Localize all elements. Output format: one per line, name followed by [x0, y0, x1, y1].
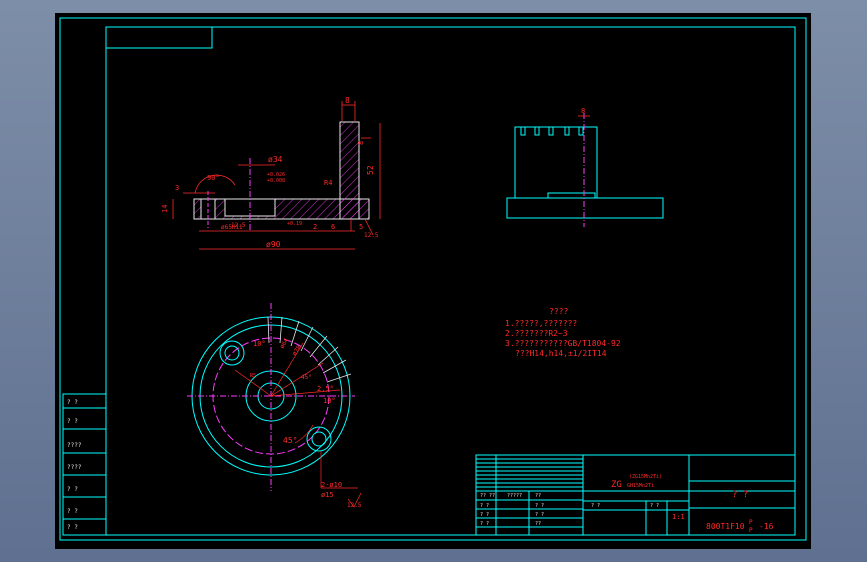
dim-angle-45: 45° [283, 436, 297, 445]
dim-3: 3 [175, 184, 179, 192]
roughness-b: 12.5 [364, 232, 379, 239]
part-name: ? ? [732, 490, 748, 500]
dim-tol-dn: +0.008 [267, 178, 285, 184]
dim-8-right: 8 [581, 107, 585, 115]
web-section [339, 121, 360, 220]
side-boss [547, 192, 596, 199]
tb-row-b1: ? ? [480, 503, 489, 509]
left-row-6: ? ? [67, 508, 78, 515]
front-section-view: 8 52 8 ø34 +0.026 +0.008 90° 3 14 R4 2 6… [161, 96, 381, 250]
tb-row-c2: ? ? [535, 512, 544, 518]
notes-line-1: 1.?????,??????? [505, 319, 577, 328]
left-row-4: ???? [67, 464, 82, 471]
dim-shaft: ø65H11 [221, 224, 243, 231]
dim-angle-10: 10° [253, 340, 266, 348]
roughness-c: 12.5 [347, 502, 362, 509]
left-row-2: ? ? [67, 418, 78, 425]
left-row-1: ? ? [67, 399, 78, 406]
scale-value: 1:1 [672, 513, 685, 521]
material-sub-1: (ZG15Mn2Ti) [629, 474, 662, 480]
drawing-number-sub: P [749, 527, 753, 534]
dim-angle-10b: 10° [323, 397, 336, 405]
tb-row-c3: ? ? [650, 503, 659, 509]
drawing-number-suffix: -16 [759, 522, 774, 531]
title-block: ZG (ZG15Mn2Ti) GH15Mn2Ti ? ? 1:1 800T1F1… [475, 454, 796, 536]
dim-52: 52 [366, 165, 375, 175]
dim-shaft-tol: +0.19 [287, 221, 302, 227]
dim-hole-2x10: 2-ø10 [321, 481, 342, 489]
notes-title: ???? [549, 307, 568, 316]
dim-d34: ø34 [268, 155, 283, 164]
drawing-number-sup: P [749, 519, 753, 526]
notes-line-4: ???H14,h14,±1/2IT14 [515, 349, 607, 358]
dim-d90: ø90 [266, 240, 281, 249]
tb-row-a2: ????? [507, 493, 522, 499]
left-row-3: ???? [67, 442, 82, 449]
drawing-outer-frame [59, 17, 807, 541]
top-view: 10° 45° 2.5° 10° 45° 2-ø10 ø15 12.5 R5 ø… [187, 303, 362, 509]
side-body [514, 126, 598, 199]
tb-row-a1: ?? ?? [480, 493, 495, 499]
dim-5: 5 [359, 223, 363, 231]
tb-row-b3: ? ? [591, 503, 600, 509]
left-row-5: ? ? [67, 486, 78, 493]
cad-drawing-canvas[interactable]: 8 52 8 ø34 +0.026 +0.008 90° 3 14 R4 2 6… [55, 13, 811, 549]
material-sub-2: GH15Mn2Ti [627, 483, 654, 489]
left-row-7: ? ? [67, 524, 78, 531]
dim-hole-15: ø15 [321, 491, 334, 499]
dim-6: 6 [331, 223, 335, 231]
tb-row-d2: ?? [535, 521, 541, 527]
drawing-inner-frame [105, 26, 796, 536]
left-revision-block: ? ? ? ? ???? ???? ? ? ? ? ? ? [62, 393, 107, 536]
dim-8-side: 8 [357, 141, 365, 145]
dim-r4: R4 [324, 179, 332, 187]
material-code: ZG [611, 480, 622, 490]
tb-row-b2: ? ? [535, 503, 544, 509]
side-view: 8 [506, 107, 664, 227]
corner-code-box [105, 26, 213, 49]
dim-8-top: 8 [345, 96, 350, 105]
cad-viewport[interactable]: 8 52 8 ø34 +0.026 +0.008 90° 3 14 R4 2 6… [55, 13, 811, 549]
technical-notes: ???? 1.?????,??????? 2.???????R2~3 3.???… [505, 307, 621, 358]
dim-angle-2-5: 2.5° [317, 385, 334, 393]
drawing-number: 800T1F10 [706, 522, 745, 531]
tb-row-a3: ?? [535, 493, 541, 499]
side-base [506, 197, 664, 219]
dim-2: 2 [313, 223, 317, 231]
bolt-hole-upper [219, 340, 245, 366]
dim-angle-45-small: 45° [301, 374, 312, 381]
dim-14: 14 [161, 205, 169, 213]
tb-row-d1: ? ? [480, 521, 489, 527]
dim-r-small: R5 [250, 373, 256, 379]
tb-row-c1: ? ? [480, 512, 489, 518]
notes-line-3: 3.???????????GB/T1804-92 [505, 339, 621, 348]
dim-angle-90: 90° [207, 174, 220, 182]
notes-line-2: 2.???????R2~3 [505, 329, 568, 338]
